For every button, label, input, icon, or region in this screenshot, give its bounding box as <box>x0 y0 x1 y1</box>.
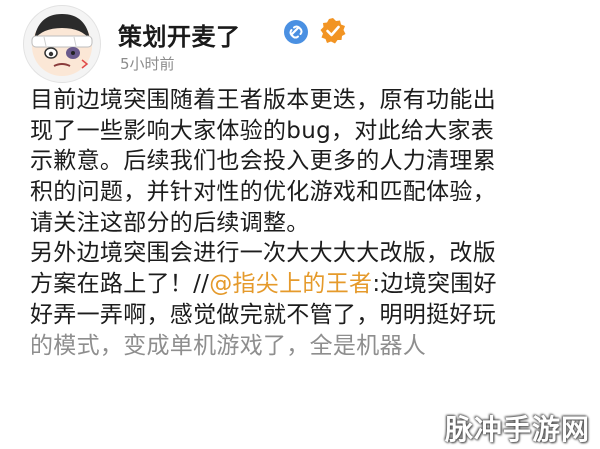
cartoon-avatar-icon <box>31 14 93 76</box>
verified-badge-icon <box>319 17 347 45</box>
post-text-line-faded: 的模式，变成单机游戏了，全是机器人 <box>30 332 427 359</box>
post-text-line: 目前边境突围随着王者版本更迭，原有功能出 <box>30 87 496 113</box>
author-name[interactable]: 策划开麦了 <box>118 17 241 52</box>
repost-prefix: 方案在路上了！// <box>30 271 210 298</box>
repost-suffix: :边境突围好 <box>372 271 497 298</box>
post-header: 策划开麦了 5小时前 <box>23 5 583 83</box>
author-avatar[interactable] <box>23 5 101 83</box>
post-text-line: 积的问题，并针对性的优化游戏和匹配体验， <box>30 179 496 206</box>
link-icon[interactable] <box>283 19 309 45</box>
post-text-line-mention: 方案在路上了！//@指尖上的王者:边境突围好 <box>30 269 595 300</box>
post-text-line: 另外边境突围会进行一次大大大大改版，改版 <box>30 240 496 267</box>
post-timestamp: 5小时前 <box>120 55 175 73</box>
post-body: 目前边境突围随着王者版本更迭，原有功能出 现了一些影响大家体验的bug，对此给大… <box>30 85 595 361</box>
site-watermark: 脉冲手游网 <box>444 413 590 446</box>
post-text-line: 请关注这部分的后续调整。 <box>30 209 310 236</box>
mention-link[interactable]: @指尖上的王者 <box>209 271 372 297</box>
post-text-line: 好弄一弄啊，感觉做完就不管了，明明挺好玩 <box>30 301 496 328</box>
post-text-line: 现了一些影响大家体验的bug，对此给大家表 <box>30 117 495 144</box>
post-text-line: 示歉意。后续我们也会投入更多的人力清理累 <box>30 148 496 175</box>
